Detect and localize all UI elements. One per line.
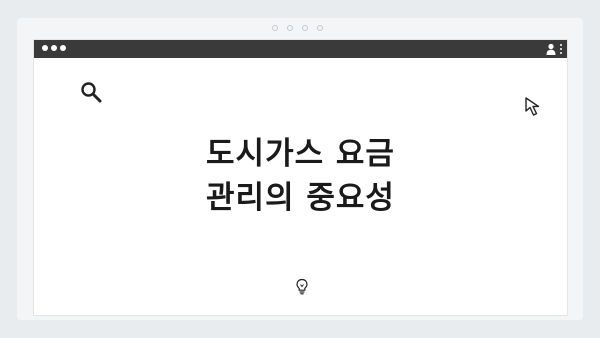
user-icon[interactable] xyxy=(546,43,556,55)
window-dot-icon[interactable] xyxy=(42,45,48,51)
page-dot xyxy=(272,25,278,31)
kebab-menu-icon[interactable] xyxy=(560,44,562,54)
search-icon xyxy=(81,82,102,103)
cursor-arrow-icon xyxy=(525,97,540,116)
titlebar-actions xyxy=(546,43,562,55)
window-controls xyxy=(42,45,66,51)
slide-title: 도시가스 요금 관리의 중요성 xyxy=(34,132,567,220)
window-dot-icon[interactable] xyxy=(51,45,57,51)
window-titlebar xyxy=(34,40,567,58)
page-dot xyxy=(287,25,293,31)
page-dot xyxy=(302,25,308,31)
lightbulb-icon xyxy=(296,278,308,295)
slide-title-line-2: 관리의 중요성 xyxy=(206,180,395,216)
window-dot-icon[interactable] xyxy=(60,45,66,51)
page-indicator xyxy=(272,25,323,31)
slide-title-line-1: 도시가스 요금 xyxy=(206,136,395,172)
browser-window: 도시가스 요금 관리의 중요성 xyxy=(34,40,567,315)
page-dot xyxy=(317,25,323,31)
